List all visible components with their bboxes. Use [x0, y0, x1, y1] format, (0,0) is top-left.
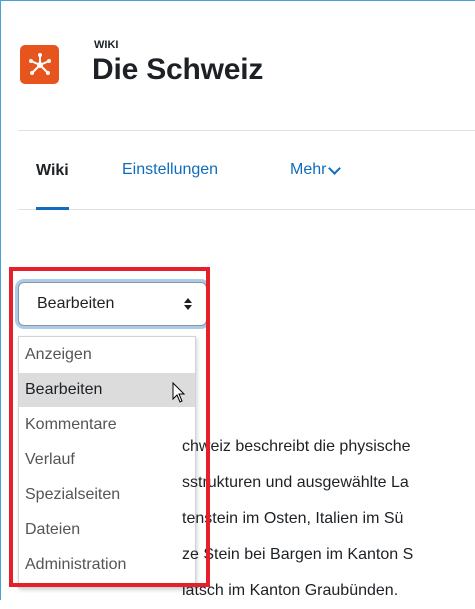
tab-mehr-label: Mehr	[290, 161, 327, 178]
highlight-annotation-box	[9, 267, 210, 587]
wiki-network-icon	[20, 45, 59, 84]
tab-mehr[interactable]: Mehr	[290, 131, 342, 209]
content-line: sstrukturen und ausgewählte La	[182, 474, 409, 491]
tab-einstellungen[interactable]: Einstellungen	[122, 131, 218, 209]
secondary-navigation: Wiki Einstellungen Mehr	[18, 131, 475, 210]
wiki-content: chweiz beschreibt die physische sstruktu…	[182, 429, 413, 609]
content-line: tenstein im Osten, Italien im Sü	[182, 510, 404, 527]
tab-wiki[interactable]: Wiki	[36, 131, 69, 210]
content-line: latsch im Kanton Graubünden.	[182, 582, 399, 599]
chevron-down-icon	[328, 161, 342, 175]
page-title: Die Schweiz	[92, 53, 264, 86]
content-line: chweiz beschreibt die physische	[182, 438, 411, 455]
tab-einstellungen-label: Einstellungen	[122, 161, 219, 178]
content-line: ze Stein bei Bargen im Kanton S	[182, 546, 414, 563]
tab-wiki-label: Wiki	[36, 161, 69, 179]
module-type-label: WIKI	[94, 39, 119, 51]
